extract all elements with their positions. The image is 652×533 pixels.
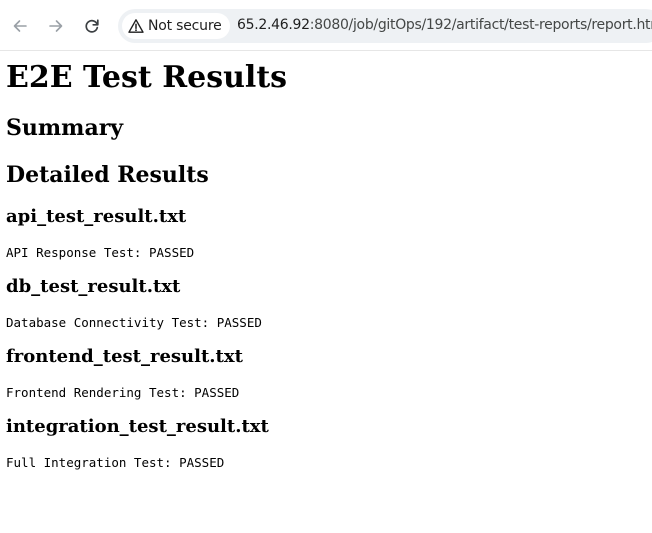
result-section-frontend: frontend_test_result.txt Frontend Render… <box>6 346 646 400</box>
result-output: Frontend Rendering Test: PASSED <box>6 385 240 400</box>
reload-button[interactable] <box>77 10 107 42</box>
warning-triangle-icon <box>128 18 144 34</box>
result-file-heading: integration_test_result.txt <box>6 416 269 437</box>
result-output: API Response Test: PASSED <box>6 245 195 260</box>
result-section-api: api_test_result.txt API Response Test: P… <box>6 206 646 260</box>
page-title: E2E Test Results <box>6 60 288 95</box>
result-file-heading: frontend_test_result.txt <box>6 346 243 367</box>
url-path: :8080/job/gitOps/192/artifact/test-repor… <box>309 17 652 33</box>
arrow-left-icon <box>11 17 29 35</box>
detailed-results-heading: Detailed Results <box>6 162 209 188</box>
result-section-db: db_test_result.txt Database Connectivity… <box>6 276 646 330</box>
result-file-heading: api_test_result.txt <box>6 206 187 227</box>
security-indicator[interactable]: Not secure <box>122 13 230 39</box>
back-button[interactable] <box>5 10 35 42</box>
url-host: 65.2.46.92 <box>237 17 310 33</box>
result-output: Full Integration Test: PASSED <box>6 455 225 470</box>
result-output: Database Connectivity Test: PASSED <box>6 315 262 330</box>
reload-icon <box>83 17 101 35</box>
page-content: E2E Test Results Summary Detailed Result… <box>0 60 652 471</box>
result-file-heading: db_test_result.txt <box>6 276 181 297</box>
arrow-right-icon <box>47 17 65 35</box>
result-section-integration: integration_test_result.txt Full Integra… <box>6 416 646 470</box>
url-text[interactable]: 65.2.46.92:8080/job/gitOps/192/artifact/… <box>237 17 652 33</box>
security-label: Not secure <box>148 18 222 34</box>
address-bar[interactable]: Not secure 65.2.46.92:8080/job/gitOps/19… <box>118 9 652 43</box>
browser-toolbar: Not secure 65.2.46.92:8080/job/gitOps/19… <box>0 0 652 51</box>
forward-button[interactable] <box>41 10 71 42</box>
summary-heading: Summary <box>6 115 124 141</box>
